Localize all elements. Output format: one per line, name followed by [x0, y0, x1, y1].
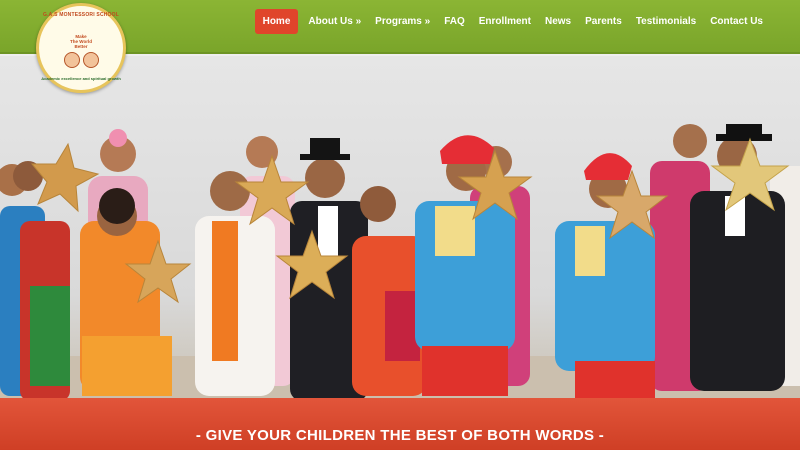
nav-about-us[interactable]: About Us »	[301, 10, 368, 33]
main-menu: Home About Us » Programs » FAQ Enrollmen…	[254, 8, 770, 34]
nav-contact-us[interactable]: Contact Us	[703, 10, 770, 33]
nav-faq[interactable]: FAQ	[437, 10, 472, 33]
logo-school-name: G.A.S MONTESSORI SCHOOL	[43, 12, 119, 18]
nav-testimonials[interactable]: Testimonials	[629, 10, 703, 33]
school-logo[interactable]: G.A.S MONTESSORI SCHOOL Make The World B…	[36, 3, 126, 93]
hero-photo-illustration	[0, 124, 800, 398]
child-figure	[555, 153, 655, 398]
logo-faces-emblem	[63, 51, 99, 68]
nav-enrollment[interactable]: Enrollment	[472, 10, 538, 33]
tagline-text: - GIVE YOUR CHILDREN THE BEST OF BOTH WO…	[195, 426, 605, 444]
nav-parents[interactable]: Parents	[578, 10, 629, 33]
nav-news[interactable]: News	[538, 10, 578, 33]
tagline-banner: - GIVE YOUR CHILDREN THE BEST OF BOTH WO…	[0, 398, 800, 450]
nav-home[interactable]: Home	[254, 8, 299, 34]
logo-tagline: Academic excellence and spiritual growth	[41, 76, 121, 81]
logo-face-icon	[63, 51, 80, 68]
logo-face-icon	[82, 51, 99, 68]
logo-motto: Make The World Better	[70, 33, 92, 49]
hero-image	[0, 56, 800, 398]
nav-programs[interactable]: Programs »	[368, 10, 437, 33]
